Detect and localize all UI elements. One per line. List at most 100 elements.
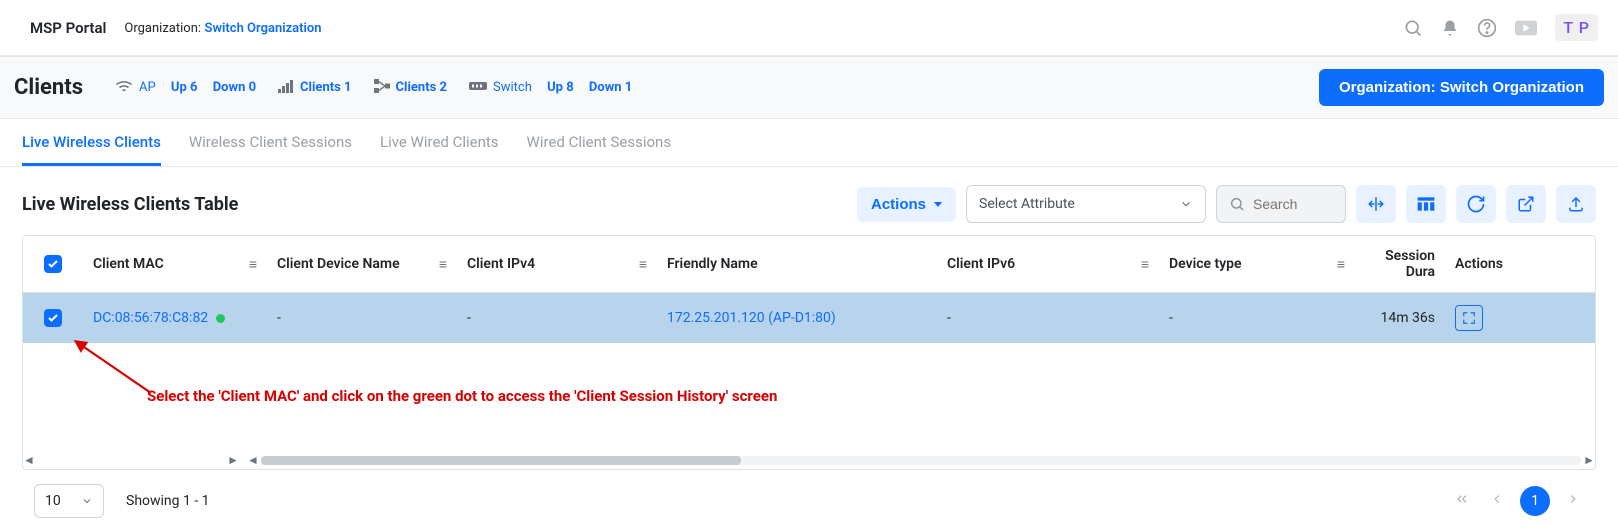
cell-actions [1445,293,1549,343]
select-attribute-dropdown[interactable]: Select Attribute [966,185,1206,223]
stat-clients1-value: Clients 1 [300,80,351,95]
first-page-button[interactable] [1450,487,1474,515]
cell-ipv4: - [457,293,657,343]
organization-label: Organization: [124,21,201,36]
stat-ap-down: Down 0 [213,80,256,95]
table-row[interactable]: DC:08:56:78:C8:82 - - 172.25.201.120 (AP… [23,293,1595,343]
page-title: Clients [14,75,83,100]
scroll-left-icon: ◄ [23,453,35,467]
top-header: MSP Portal Organization: Switch Organiza… [0,0,1618,57]
horizontal-scroll: ◄ ► ◄ ► [23,453,1595,469]
horizontal-scroll-left[interactable]: ◄ ► [23,453,239,469]
topology-icon [374,79,390,97]
table-panel: Live Wireless Clients Table Actions Sele… [0,167,1618,532]
checkbox-checked-icon [44,255,62,273]
cell-device-type: - [1159,293,1355,343]
column-menu-icon[interactable]: ≡ [639,256,647,273]
stat-clients2[interactable]: Clients 2 [374,79,447,97]
search-icon[interactable] [1403,18,1423,38]
caret-down-icon [934,202,942,207]
columns-button[interactable] [1406,185,1446,223]
column-header-actions: Actions [1445,236,1549,292]
actions-dropdown[interactable]: Actions [857,187,956,222]
cell-session-duration: 14m 36s [1355,293,1445,343]
column-header-ipv4[interactable]: Client IPv4≡ [457,236,657,292]
table-header-row: Client MAC≡ Client Device Name≡ Client I… [23,236,1595,293]
search-input[interactable] [1253,196,1333,212]
expand-row-button[interactable] [1455,305,1483,331]
help-icon[interactable] [1477,18,1497,38]
stat-ap-up: Up 6 [171,80,198,95]
scroll-right-icon: ► [1583,453,1595,467]
scroll-left-icon: ◄ [247,453,259,467]
stat-switch-label: Switch [493,80,532,95]
stat-clients2-value: Clients 2 [396,80,447,95]
portal-title: MSP Portal [30,19,106,37]
column-header-device-type[interactable]: Device type≡ [1159,236,1355,292]
column-menu-icon[interactable]: ≡ [1337,256,1345,273]
column-header-mac[interactable]: Client MAC≡ [83,236,267,292]
data-table: Client MAC≡ Client Device Name≡ Client I… [22,235,1596,470]
horizontal-scroll-right[interactable]: ◄ ► [247,453,1595,469]
column-menu-icon[interactable]: ≡ [249,256,257,273]
stat-ap[interactable]: AP Up 6 Down 0 [115,79,256,97]
cell-device-name: - [267,293,457,343]
video-icon[interactable] [1515,20,1537,36]
bell-icon[interactable] [1441,19,1459,37]
actions-label: Actions [871,196,926,213]
stat-switch-down: Down 1 [589,80,632,95]
tab-wired-client-sessions[interactable]: Wired Client Sessions [527,119,672,166]
next-page-button[interactable] [1562,488,1584,514]
page-subheader-left: Clients AP Up 6 Down 0 Clients 1 Clients… [14,75,632,100]
avatar[interactable]: T P [1555,14,1598,41]
column-menu-icon[interactable]: ≡ [439,256,447,273]
status-dot-online-icon[interactable] [216,314,225,323]
table-title: Live Wireless Clients Table [22,194,238,215]
table-footer: 10 Showing 1 - 1 1 [34,470,1584,528]
wifi-icon [115,79,133,97]
tab-live-wireless-clients[interactable]: Live Wireless Clients [22,119,161,166]
column-menu-icon[interactable]: ≡ [1141,256,1149,273]
scroll-thumb[interactable] [261,456,741,465]
page-size-value: 10 [45,493,61,509]
select-attribute-value: Select Attribute [979,196,1075,212]
current-page-number[interactable]: 1 [1520,486,1550,516]
stat-clients1[interactable]: Clients 1 [278,79,351,97]
tab-live-wired-clients[interactable]: Live Wired Clients [380,119,499,166]
organization-link[interactable]: Switch Organization [205,21,322,36]
column-header-ipv6[interactable]: Client IPv6≡ [937,236,1159,292]
table-tools: Actions Select Attribute [857,185,1596,223]
stat-switch-up: Up 8 [547,80,574,95]
tab-wireless-client-sessions[interactable]: Wireless Client Sessions [189,119,352,166]
previous-page-button[interactable] [1486,488,1508,514]
search-icon [1229,196,1245,212]
column-header-friendly-name[interactable]: Friendly Name [657,236,937,292]
switch-organization-button[interactable]: Organization: Switch Organization [1319,69,1604,106]
fit-columns-button[interactable] [1356,185,1396,223]
column-header-checkbox[interactable] [23,236,83,292]
chevron-down-icon [1179,197,1193,211]
switch-icon [469,80,487,96]
table-body: DC:08:56:78:C8:82 - - 172.25.201.120 (AP… [23,293,1595,343]
table-toolbar: Live Wireless Clients Table Actions Sele… [22,185,1596,223]
tabs: Live Wireless Clients Wireless Client Se… [0,119,1618,167]
showing-text: Showing 1 - 1 [126,493,210,509]
top-header-left: MSP Portal Organization: Switch Organiza… [30,19,322,37]
signal-icon [278,79,294,97]
checkbox-checked-icon [44,309,62,327]
stat-switch[interactable]: Switch Up 8 Down 1 [469,80,632,96]
open-external-button[interactable] [1506,185,1546,223]
organization-switch: Organization: Switch Organization [124,20,321,36]
refresh-button[interactable] [1456,185,1496,223]
table-footer-right: 1 [1450,486,1584,516]
client-mac-link[interactable]: DC:08:56:78:C8:82 [93,310,208,326]
friendly-name-link[interactable]: 172.25.201.120 (AP-D1:80) [667,310,836,326]
page-size-select[interactable]: 10 [34,484,104,518]
table-footer-left: 10 Showing 1 - 1 [34,484,210,518]
page-subheader: Clients AP Up 6 Down 0 Clients 1 Clients… [0,57,1618,119]
export-button[interactable] [1556,185,1596,223]
column-header-device-name[interactable]: Client Device Name≡ [267,236,457,292]
column-header-session-duration[interactable]: Session Dura [1355,236,1445,292]
stat-ap-label: AP [139,80,156,95]
search-input-wrapper[interactable] [1216,185,1346,223]
